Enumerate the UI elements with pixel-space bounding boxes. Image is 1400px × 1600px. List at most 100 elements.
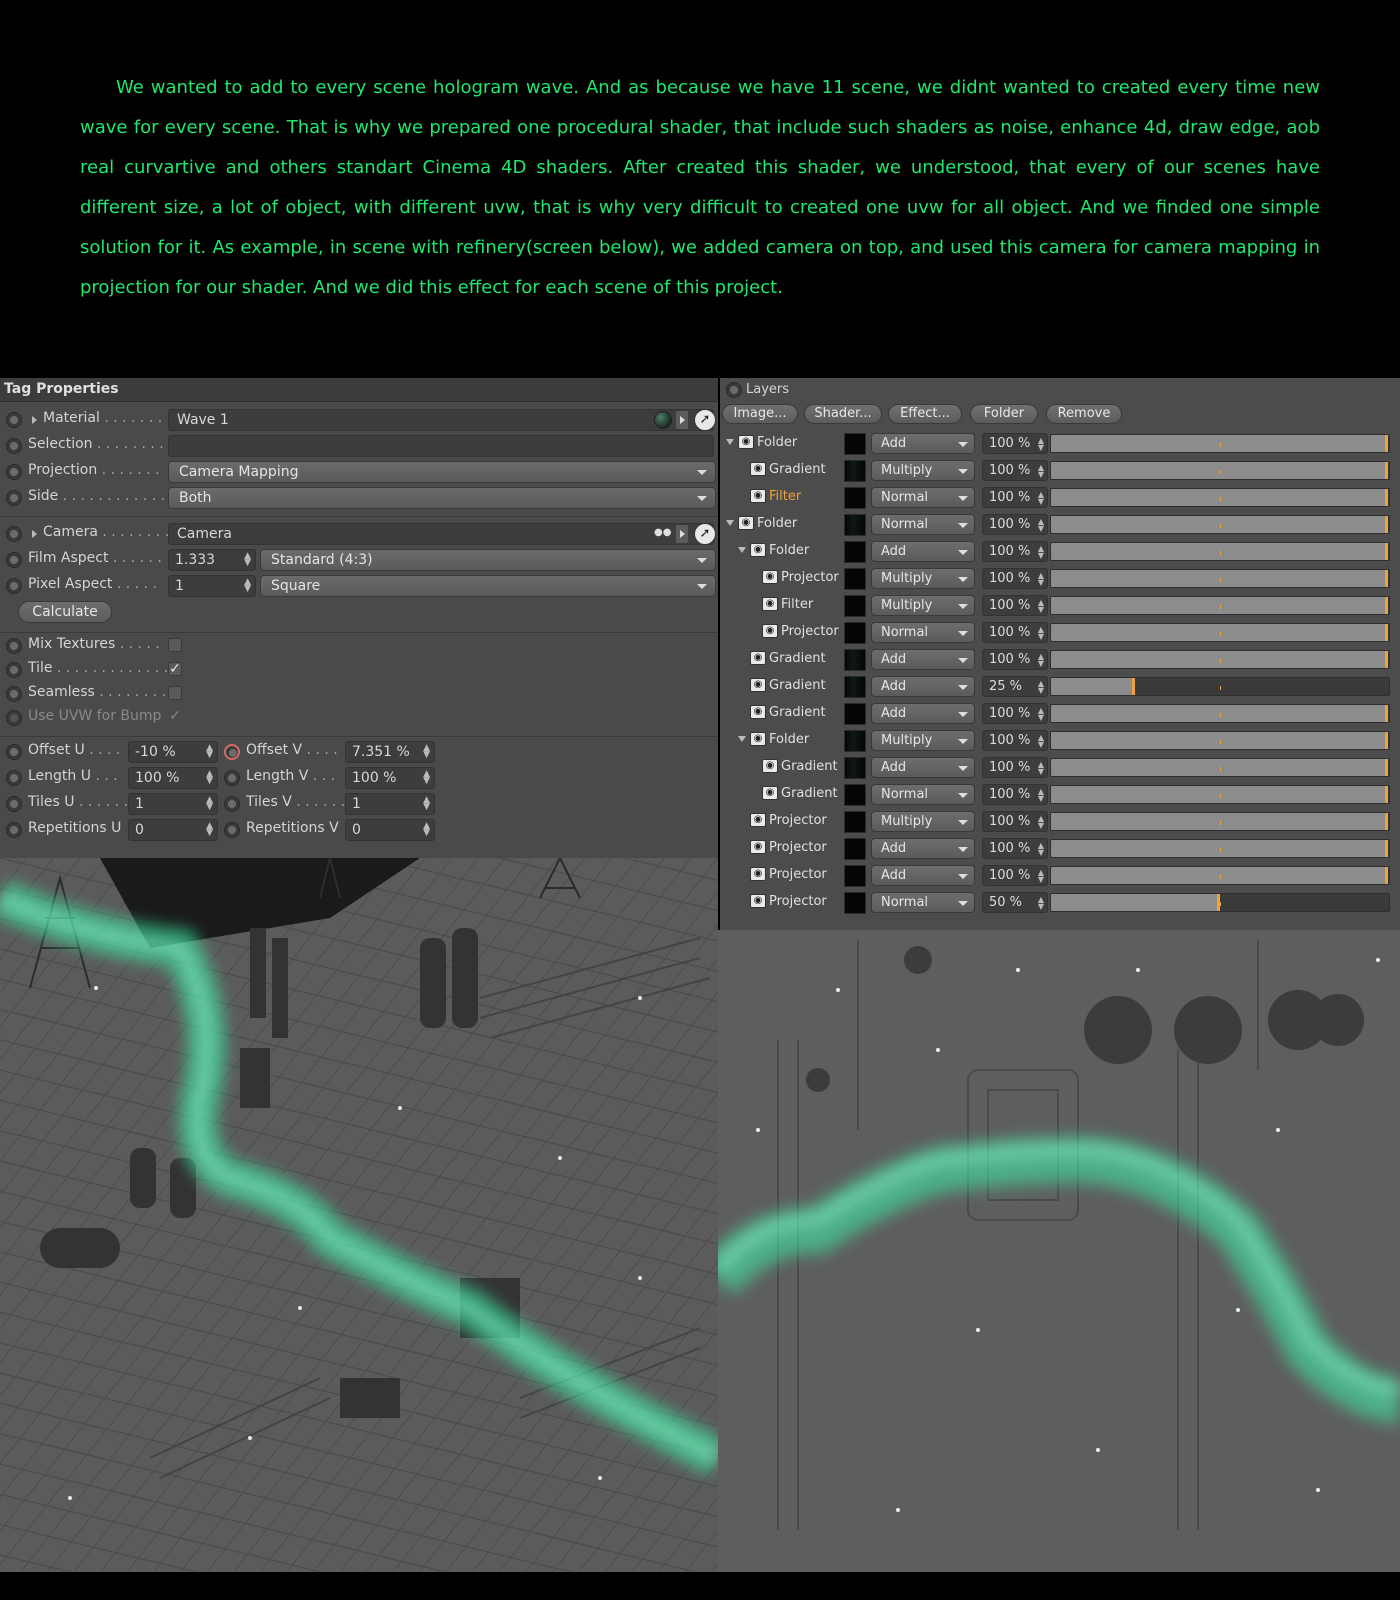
offset-v-keyframe-radio-icon[interactable] bbox=[224, 744, 240, 760]
opacity-slider[interactable] bbox=[1050, 650, 1390, 669]
eye-icon[interactable]: ◉ bbox=[762, 786, 778, 800]
seamless-animation-radio-icon[interactable] bbox=[6, 686, 22, 702]
layer-row[interactable]: ◉ Folder Add 100 % ▲ ▼ bbox=[720, 430, 1400, 456]
layer-row[interactable]: ◉ Projector Multiply 100 % ▲ ▼ bbox=[720, 565, 1400, 591]
opacity-input[interactable]: 100 % ▲ ▼ bbox=[982, 703, 1048, 724]
opacity-slider[interactable] bbox=[1050, 812, 1390, 831]
opacity-input[interactable]: 100 % ▲ ▼ bbox=[982, 595, 1048, 616]
eye-icon[interactable]: ◉ bbox=[750, 894, 766, 908]
opacity-input[interactable]: 25 % ▲ ▼ bbox=[982, 676, 1048, 697]
tiles-u-input[interactable]: 1 ▲ ▼ bbox=[128, 793, 218, 815]
film-aspect-preset-dropdown[interactable]: Standard (4:3) bbox=[260, 549, 716, 571]
stepper-arrows-icon[interactable]: ▲ ▼ bbox=[1038, 734, 1044, 749]
opacity-slider[interactable] bbox=[1050, 515, 1390, 534]
material-expand-icon[interactable] bbox=[32, 416, 37, 424]
tile-checkbox[interactable]: ✓ bbox=[168, 662, 182, 676]
opacity-slider[interactable] bbox=[1050, 704, 1390, 723]
opacity-input[interactable]: 100 % ▲ ▼ bbox=[982, 811, 1048, 832]
layer-row[interactable]: ◉ Projector Normal 100 % ▲ ▼ bbox=[720, 619, 1400, 645]
opacity-input[interactable]: 100 % ▲ ▼ bbox=[982, 784, 1048, 805]
folder-button[interactable]: Folder bbox=[970, 404, 1038, 424]
eye-icon[interactable]: ◉ bbox=[750, 489, 766, 503]
blend-mode-dropdown[interactable]: Multiply bbox=[871, 595, 975, 616]
eye-icon[interactable]: ◉ bbox=[762, 759, 778, 773]
pixel-aspect-animation-radio-icon[interactable] bbox=[6, 578, 22, 594]
opacity-input[interactable]: 100 % ▲ ▼ bbox=[982, 622, 1048, 643]
expand-arrow-icon[interactable] bbox=[738, 547, 746, 553]
tiles-u-animation-radio-icon[interactable] bbox=[6, 796, 22, 812]
layer-row[interactable]: ◉ Gradient Add 100 % ▲ ▼ bbox=[720, 646, 1400, 672]
blend-mode-dropdown[interactable]: Multiply bbox=[871, 568, 975, 589]
opacity-slider[interactable] bbox=[1050, 434, 1390, 453]
eye-icon[interactable]: ◉ bbox=[750, 705, 766, 719]
opacity-slider[interactable] bbox=[1050, 542, 1390, 561]
eye-icon[interactable]: ◉ bbox=[750, 867, 766, 881]
eye-icon[interactable]: ◉ bbox=[750, 678, 766, 692]
expand-arrow-icon[interactable] bbox=[738, 736, 746, 742]
layers-animation-radio-icon[interactable] bbox=[726, 382, 742, 398]
opacity-input[interactable]: 100 % ▲ ▼ bbox=[982, 649, 1048, 670]
blend-mode-dropdown[interactable]: Normal bbox=[871, 784, 975, 805]
side-dropdown[interactable]: Both bbox=[168, 487, 716, 509]
blend-mode-dropdown[interactable]: Multiply bbox=[871, 811, 975, 832]
blend-mode-dropdown[interactable]: Add bbox=[871, 757, 975, 778]
eye-icon[interactable]: ◉ bbox=[738, 435, 754, 449]
use-uvw-bump-animation-radio-icon[interactable] bbox=[6, 710, 22, 726]
blend-mode-dropdown[interactable]: Normal bbox=[871, 892, 975, 913]
material-animation-radio-icon[interactable] bbox=[6, 412, 22, 428]
opacity-slider[interactable] bbox=[1050, 839, 1390, 858]
stepper-arrows-icon[interactable]: ▲ ▼ bbox=[206, 796, 213, 812]
camera-expand-icon[interactable] bbox=[32, 530, 37, 538]
camera-pick-cursor-icon[interactable]: ➚ bbox=[694, 523, 716, 545]
stepper-arrows-icon[interactable]: ▲ ▼ bbox=[423, 796, 430, 812]
opacity-slider[interactable] bbox=[1050, 569, 1390, 588]
expand-arrow-icon[interactable] bbox=[726, 439, 734, 445]
repetitions-u-animation-radio-icon[interactable] bbox=[6, 822, 22, 838]
material-menu-arrow-icon[interactable] bbox=[676, 411, 688, 429]
remove-button[interactable]: Remove bbox=[1046, 404, 1122, 424]
stepper-arrows-icon[interactable]: ▲ ▼ bbox=[1038, 464, 1044, 479]
layer-row[interactable]: ◉ Gradient Multiply 100 % ▲ ▼ bbox=[720, 457, 1400, 483]
blend-mode-dropdown[interactable]: Normal bbox=[871, 514, 975, 535]
opacity-slider[interactable] bbox=[1050, 785, 1390, 804]
opacity-input[interactable]: 100 % ▲ ▼ bbox=[982, 865, 1048, 886]
stepper-arrows-icon[interactable]: ▲ ▼ bbox=[244, 578, 251, 594]
length-u-animation-radio-icon[interactable] bbox=[6, 770, 22, 786]
repetitions-u-input[interactable]: 0 ▲ ▼ bbox=[128, 819, 218, 841]
calculate-button[interactable]: Calculate bbox=[18, 601, 112, 623]
opacity-input[interactable]: 100 % ▲ ▼ bbox=[982, 541, 1048, 562]
material-field[interactable]: Wave 1 bbox=[168, 409, 714, 431]
opacity-slider[interactable] bbox=[1050, 893, 1390, 912]
opacity-input[interactable]: 100 % ▲ ▼ bbox=[982, 514, 1048, 535]
selection-animation-radio-icon[interactable] bbox=[6, 438, 22, 454]
stepper-arrows-icon[interactable]: ▲ ▼ bbox=[1038, 599, 1044, 614]
stepper-arrows-icon[interactable]: ▲ ▼ bbox=[1038, 572, 1044, 587]
blend-mode-dropdown[interactable]: Add bbox=[871, 433, 975, 454]
opacity-input[interactable]: 100 % ▲ ▼ bbox=[982, 757, 1048, 778]
tile-animation-radio-icon[interactable] bbox=[6, 662, 22, 678]
effect-button[interactable]: Effect... bbox=[888, 404, 962, 424]
stepper-arrows-icon[interactable]: ▲ ▼ bbox=[1038, 707, 1044, 722]
opacity-slider[interactable] bbox=[1050, 596, 1390, 615]
eye-icon[interactable]: ◉ bbox=[750, 732, 766, 746]
layer-row[interactable]: ◉ Gradient Add 100 % ▲ ▼ bbox=[720, 700, 1400, 726]
layer-row[interactable]: ◉ Gradient Add 25 % ▲ ▼ bbox=[720, 673, 1400, 699]
blend-mode-dropdown[interactable]: Add bbox=[871, 703, 975, 724]
stepper-arrows-icon[interactable]: ▲ ▼ bbox=[1038, 626, 1044, 641]
eye-icon[interactable]: ◉ bbox=[762, 597, 778, 611]
layer-row[interactable]: ◉ Folder Add 100 % ▲ ▼ bbox=[720, 538, 1400, 564]
blend-mode-dropdown[interactable]: Normal bbox=[871, 622, 975, 643]
blend-mode-dropdown[interactable]: Add bbox=[871, 649, 975, 670]
blend-mode-dropdown[interactable]: Multiply bbox=[871, 460, 975, 481]
stepper-arrows-icon[interactable]: ▲ ▼ bbox=[423, 770, 430, 786]
blend-mode-dropdown[interactable]: Add bbox=[871, 676, 975, 697]
tiles-v-input[interactable]: 1 ▲ ▼ bbox=[345, 793, 435, 815]
stepper-arrows-icon[interactable]: ▲ ▼ bbox=[423, 822, 430, 838]
eye-icon[interactable]: ◉ bbox=[750, 462, 766, 476]
layer-row[interactable]: ◉ Projector Normal 50 % ▲ ▼ bbox=[720, 889, 1400, 915]
expand-arrow-icon[interactable] bbox=[726, 520, 734, 526]
length-v-animation-radio-icon[interactable] bbox=[224, 770, 240, 786]
stepper-arrows-icon[interactable]: ▲ ▼ bbox=[206, 744, 213, 760]
opacity-input[interactable]: 100 % ▲ ▼ bbox=[982, 838, 1048, 859]
stepper-arrows-icon[interactable]: ▲ ▼ bbox=[423, 744, 430, 760]
